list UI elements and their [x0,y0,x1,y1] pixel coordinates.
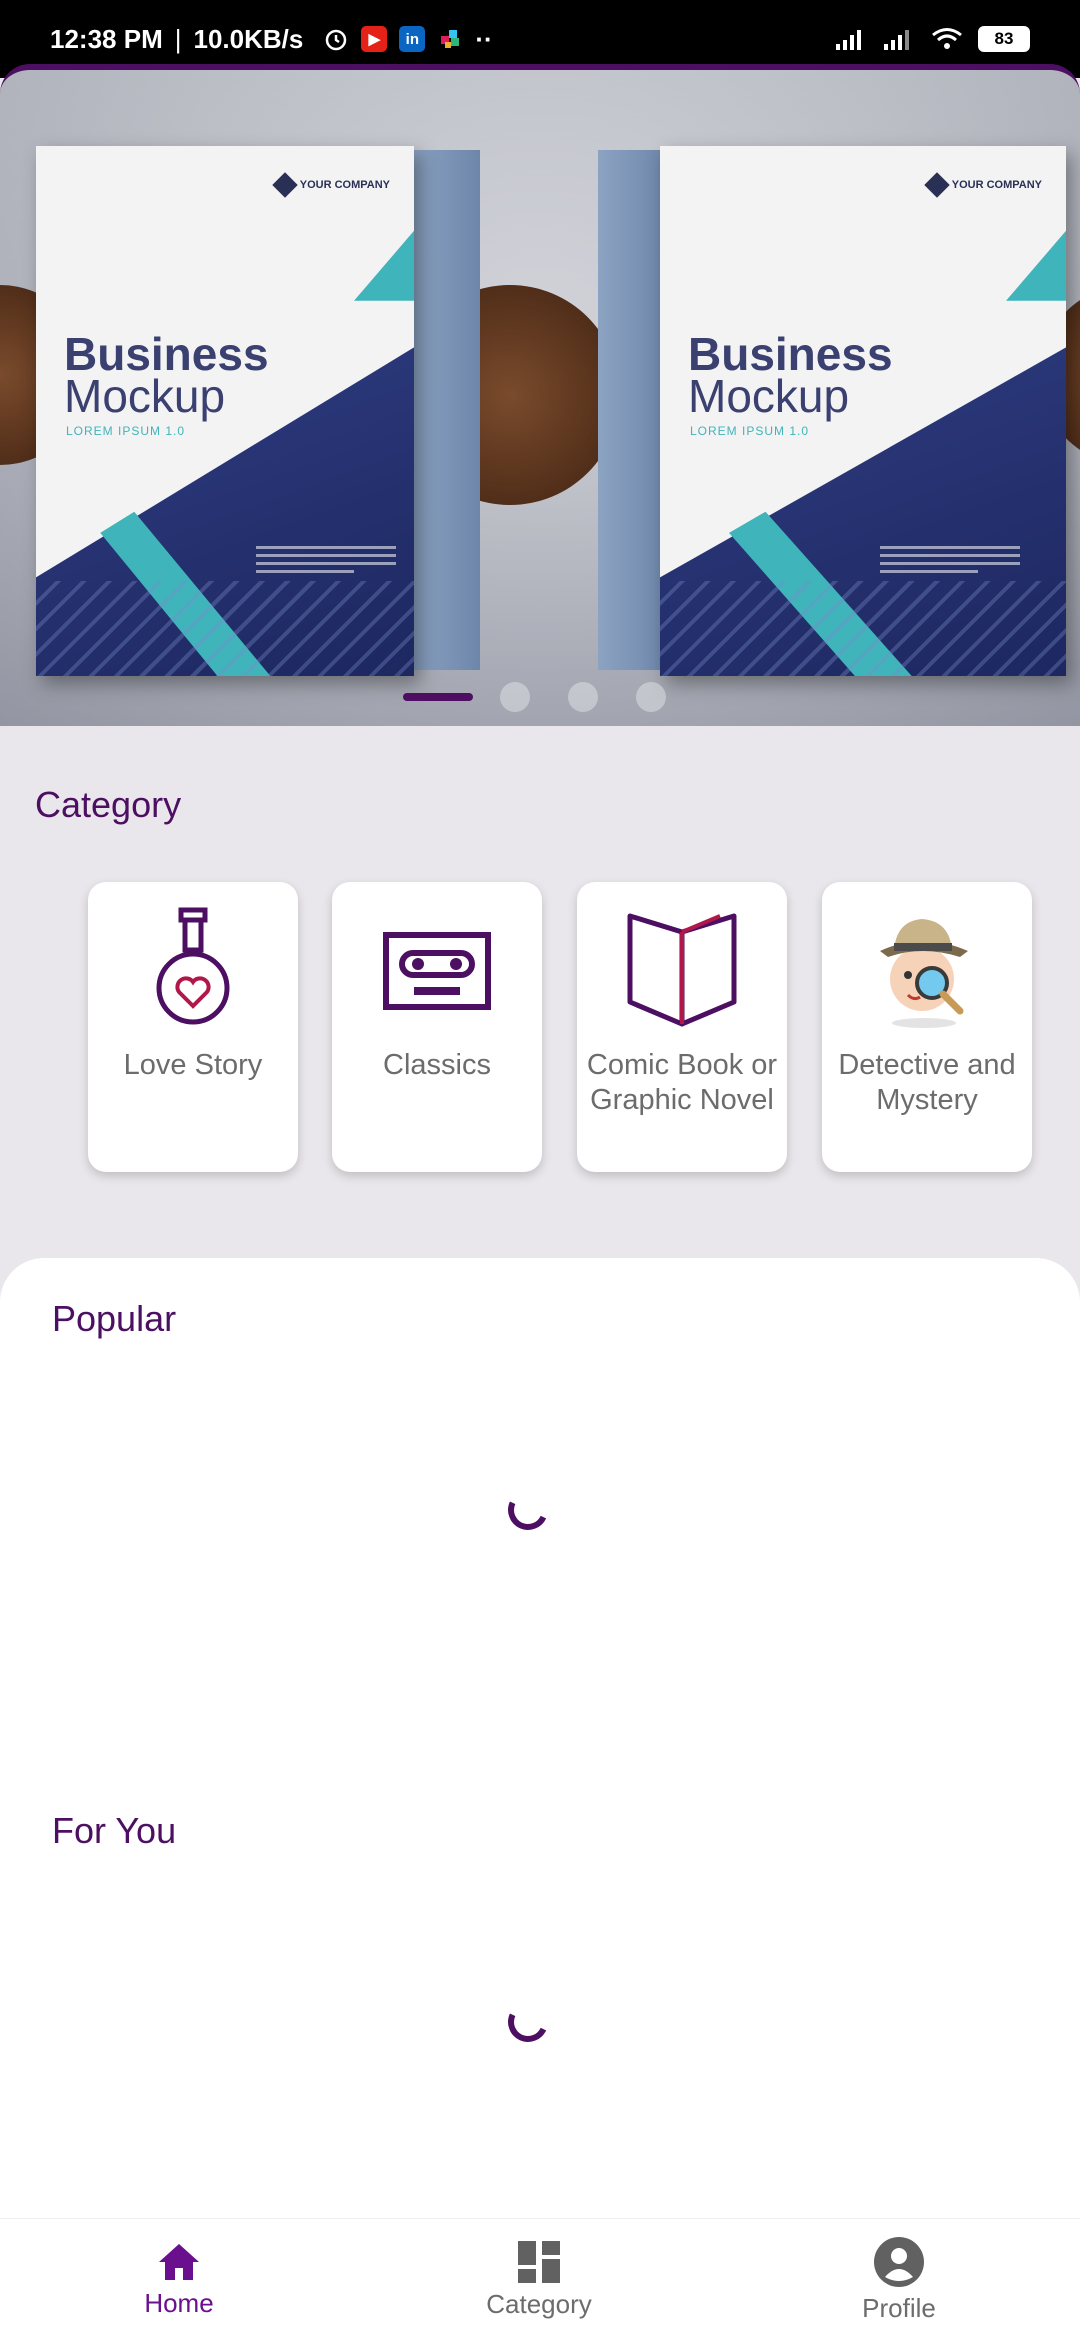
cover-title: Mockup [688,370,850,422]
cover-shape [354,230,414,301]
more-notifications-icon: ·· [475,23,493,54]
app-screen: 12:38 PM | 10.0KB/s ▶ in ·· 83 YOUR COMP… [0,0,1080,2340]
popular-loading-spinner [502,1484,554,1536]
signal-icon [836,30,861,50]
dashboard-icon [518,2240,560,2283]
category-card-love-story[interactable]: Love Story [88,882,298,1172]
cover-subtitle: LOREM IPSUM 1.0 [690,424,810,438]
book-cover: YOUR COMPANY Business Mockup LOREM IPSUM… [36,146,414,676]
category-label: Detective and Mystery [838,1049,1016,1116]
book-spine [410,150,480,670]
linkedin-icon: in [399,26,426,52]
alarm-icon [326,29,347,51]
detective-icon [867,906,987,1036]
cover-company-text: YOUR COMPANY [951,179,1042,191]
status-time: 12:38 PM [50,23,163,54]
profile-icon [874,2236,924,2287]
cover-shape [1006,230,1066,301]
pager-dot[interactable] [568,682,598,712]
cassette-tape-icon [377,906,497,1036]
content-panel: Popular For You [0,1258,1080,2218]
category-label: Comic Book or Graphic Novel [586,1049,778,1116]
notification-icons: ▶ in ·· [323,23,493,55]
company-logo-icon [924,172,950,198]
battery-level: 83 [994,29,1014,48]
banner-pager [0,682,1080,712]
category-label: Classics [383,1049,491,1081]
cover-shape [660,580,1066,676]
category-label: Love Story [123,1049,263,1081]
pager-dot[interactable] [636,682,666,712]
for-you-section-title: For You [52,1810,177,1851]
status-divider: | [174,23,182,54]
nav-category[interactable]: Category [439,2219,639,2340]
pager-dot[interactable] [500,682,530,712]
category-card-detective[interactable]: Detective and Mystery [822,882,1032,1172]
love-potion-icon [133,906,253,1036]
home-icon [159,2243,199,2280]
status-net-speed: 10.0KB/s [193,23,304,54]
cover-text-lines [256,546,396,578]
cover-company: YOUR COMPANY [924,172,1042,198]
youtube-icon: ▶ [361,26,388,52]
popular-section-title: Popular [52,1298,177,1339]
cover-company-text: YOUR COMPANY [299,179,390,191]
status-right: 83 [834,26,1030,52]
featured-banner[interactable]: YOUR COMPANY Business Mockup LOREM IPSUM… [0,64,1080,726]
company-logo-icon [272,172,298,198]
for-you-loading-spinner [502,1996,554,2048]
cover-subtitle: LOREM IPSUM 1.0 [66,424,186,438]
open-book-icon [622,906,742,1036]
nav-home-label: Home [144,2287,214,2318]
signal-2-icon [884,30,909,50]
cover-text-lines [880,546,1020,578]
battery-icon: 83 [978,26,1030,52]
category-card-classics[interactable]: Classics [332,882,542,1172]
category-card-comic-book[interactable]: Comic Book or Graphic Novel [577,882,787,1172]
category-section-title: Category [35,784,182,825]
slack-icon [441,30,460,48]
cover-company: YOUR COMPANY [272,172,390,198]
book-spine [598,150,668,670]
cover-shape [36,580,414,676]
nav-profile-label: Profile [862,2292,936,2323]
book-cover: YOUR COMPANY Business Mockup LOREM IPSUM… [660,146,1066,676]
status-left: 12:38 PM | 10.0KB/s ▶ in ·· [50,24,493,55]
cover-title: Mockup [64,370,226,422]
nav-home[interactable]: Home [79,2219,279,2340]
bottom-navigation: Home Category Profile [0,2218,1080,2340]
wifi-icon [932,28,962,49]
nav-profile[interactable]: Profile [799,2219,999,2340]
pager-dot-active[interactable] [403,693,473,701]
nav-category-label: Category [486,2288,592,2319]
